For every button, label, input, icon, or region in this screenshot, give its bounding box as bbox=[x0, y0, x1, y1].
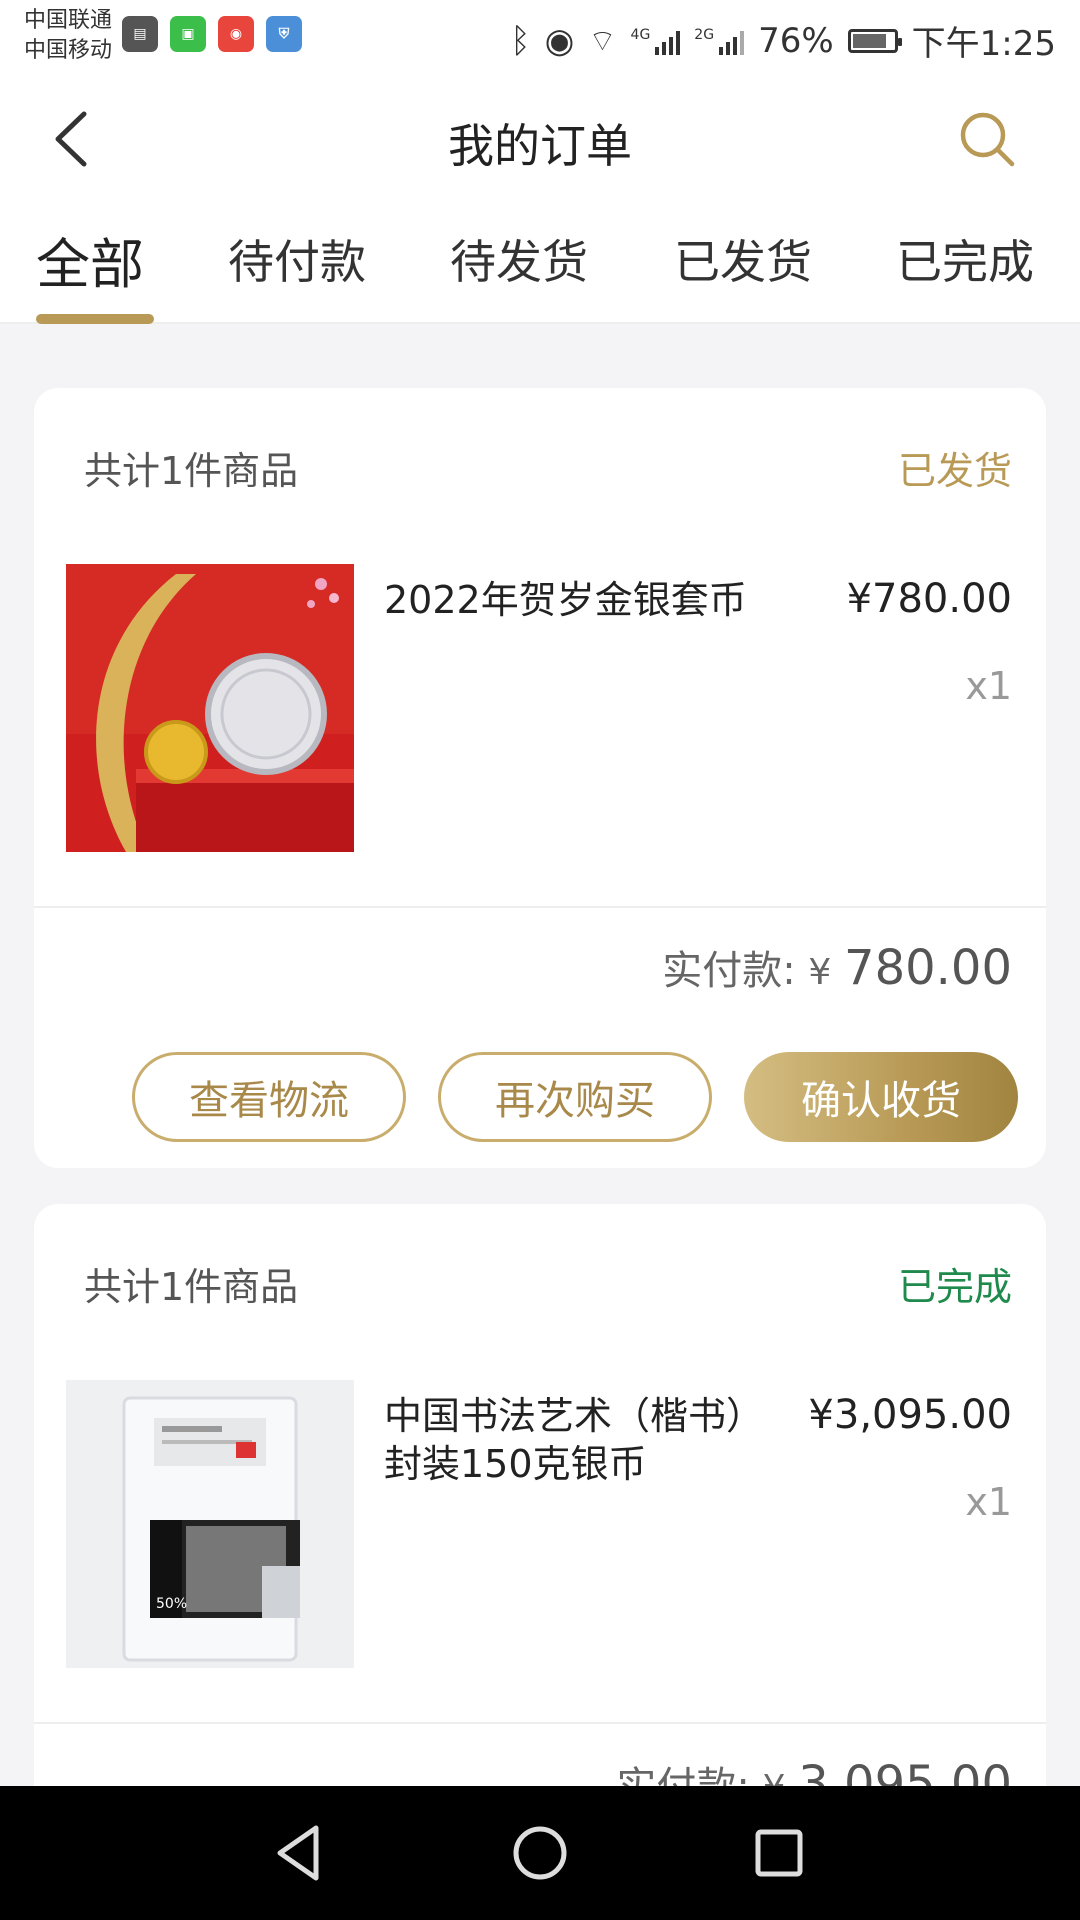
active-tab-indicator bbox=[36, 314, 154, 324]
tab-pending-shipment[interactable]: 待发货 bbox=[450, 226, 588, 292]
amount-paid: 实付款: ¥ 780.00 bbox=[662, 938, 1012, 996]
confirm-receipt-button[interactable]: 确认收货 bbox=[744, 1052, 1018, 1142]
carrier-1: 中国联通 bbox=[24, 8, 113, 33]
pay-app-icon: ◉ bbox=[218, 16, 254, 52]
tab-completed[interactable]: 已完成 bbox=[896, 226, 1034, 292]
network-type-2: 2G bbox=[694, 26, 715, 43]
circle-home-icon bbox=[513, 1826, 567, 1880]
shield-app-icon: ⛨ bbox=[266, 16, 302, 52]
battery-icon bbox=[847, 28, 902, 53]
bluetooth-icon: ᛒ bbox=[510, 20, 531, 61]
product-price: ¥780.00 bbox=[846, 576, 1012, 622]
divider bbox=[34, 906, 1046, 908]
eye-comfort-icon: ◉ bbox=[544, 20, 575, 61]
iqiyi-app-icon: ▣ bbox=[170, 16, 206, 52]
clock: 下午1:25 bbox=[911, 24, 1056, 64]
nav-back-button[interactable] bbox=[266, 1818, 336, 1888]
amount-paid-label: 实付款: bbox=[662, 948, 796, 994]
wifi-icon: ⌔ bbox=[588, 23, 617, 59]
product-quantity: x1 bbox=[965, 1480, 1012, 1524]
view-logistics-button[interactable]: 查看物流 bbox=[132, 1052, 406, 1142]
app-header: 我的订单 bbox=[0, 80, 1080, 200]
square-recents-icon bbox=[755, 1829, 803, 1877]
divider bbox=[34, 1722, 1046, 1724]
amount-paid-value: 780.00 bbox=[844, 940, 1012, 996]
signal-1-icon: 4G bbox=[631, 27, 681, 55]
product-quantity: x1 bbox=[965, 664, 1012, 708]
product-name[interactable]: 2022年贺岁金银套币 bbox=[384, 576, 764, 624]
order-status: 已完成 bbox=[897, 1265, 1012, 1309]
status-bar: 中国联通 中国移动 ▤ ▣ ◉ ⛨ ᛒ ◉ ⌔ 4G 2G 76% 下午1:25 bbox=[0, 0, 1080, 80]
tab-shipped[interactable]: 已发货 bbox=[674, 226, 812, 292]
network-type-1: 4G bbox=[630, 26, 651, 43]
product-image[interactable]: 50% bbox=[66, 1380, 354, 1668]
order-status: 已发货 bbox=[897, 449, 1012, 493]
product-image[interactable] bbox=[66, 564, 354, 852]
nav-home-button[interactable] bbox=[505, 1818, 575, 1888]
currency-symbol: ¥ bbox=[808, 952, 832, 993]
tab-all[interactable]: 全部 bbox=[36, 220, 144, 299]
product-price: ¥3,095.00 bbox=[808, 1392, 1012, 1438]
signal-2-icon: 2G bbox=[694, 26, 745, 55]
nav-recents-button[interactable] bbox=[744, 1818, 814, 1888]
order-card[interactable]: 共计1件商品 已发货 2022年贺岁金银套币 ¥780.00 x1 实付款: ¥… bbox=[34, 388, 1046, 1168]
notification-icons: ▤ ▣ ◉ ⛨ bbox=[122, 16, 302, 52]
item-count: 共计1件商品 bbox=[84, 449, 299, 493]
item-count: 共计1件商品 bbox=[84, 1265, 299, 1309]
news-app-icon: ▤ bbox=[122, 16, 158, 52]
triangle-back-icon bbox=[277, 1825, 319, 1881]
product-name[interactable]: 中国书法艺术（楷书）封装150克银币 bbox=[384, 1392, 764, 1488]
search-icon bbox=[960, 112, 1015, 167]
order-card[interactable]: 共计1件商品 已完成 50% 中国书法艺术（楷书）封装150克银币 ¥3,095… bbox=[34, 1204, 1046, 1844]
carrier-info: 中国联通 中国移动 bbox=[24, 6, 112, 66]
tab-pending-payment[interactable]: 待付款 bbox=[228, 226, 366, 292]
order-tabs: 全部 待付款 待发货 已发货 已完成 bbox=[0, 200, 1080, 324]
carrier-2: 中国移动 bbox=[24, 38, 113, 63]
svg-text:50%: 50% bbox=[156, 1596, 187, 1612]
page-title: 我的订单 bbox=[448, 119, 632, 173]
system-indicators: ᛒ ◉ ⌔ 4G 2G 76% 下午1:25 bbox=[510, 16, 1056, 65]
battery-percent: 76% bbox=[758, 20, 834, 61]
system-navigation-bar bbox=[0, 1786, 1080, 1920]
buy-again-button[interactable]: 再次购买 bbox=[438, 1052, 712, 1142]
search-button[interactable] bbox=[956, 108, 1020, 172]
